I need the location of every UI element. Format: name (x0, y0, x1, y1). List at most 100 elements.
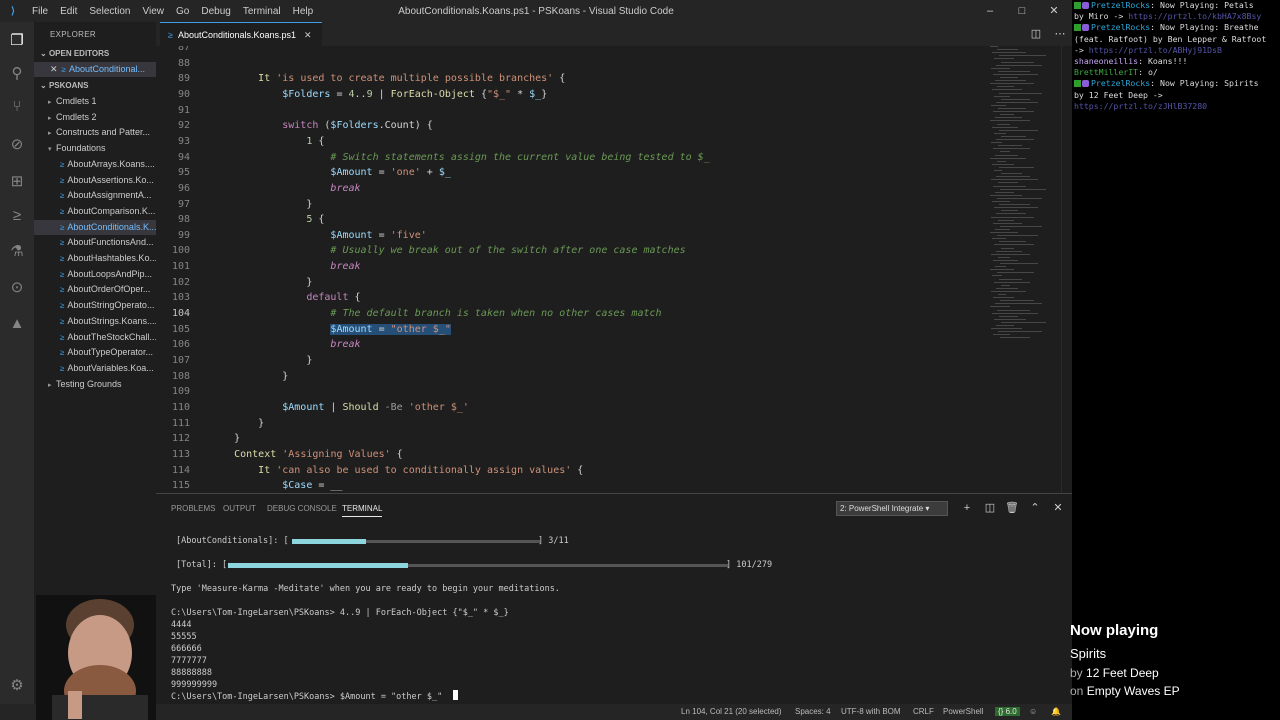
code-line[interactable]: 93 1 { (156, 134, 996, 150)
code-line[interactable]: 101 break (156, 259, 996, 275)
tab-terminal[interactable]: TERMINAL (342, 504, 383, 517)
code-line[interactable]: 108 } (156, 369, 996, 385)
code-line[interactable]: 102 } (156, 275, 996, 291)
tree-item[interactable]: ≥ AboutStringOperato... (34, 298, 156, 313)
tree-item[interactable]: ▸ Cmdlets 1 (34, 94, 156, 109)
code-line[interactable]: 105 $Amount = "other $_" (156, 322, 996, 338)
tree-item[interactable]: ≥ AboutVariables.Koa... (34, 361, 156, 376)
tree-item[interactable]: ▸ Testing Grounds (34, 377, 156, 392)
tree-item[interactable]: ≥ AboutFunctionsAnd... (34, 235, 156, 250)
debug-icon[interactable]: ⊘ (7, 135, 27, 155)
tree-item[interactable]: ≥ AboutTypeOperator... (34, 345, 156, 360)
tree-item[interactable]: ≥ AboutConditionals.K... (34, 219, 156, 235)
code-line[interactable]: 111 } (156, 416, 996, 432)
code-line[interactable]: 89 It 'is used to create multiple possib… (156, 71, 996, 87)
tab-aboutconditionals[interactable]: ≥ AboutConditionals.Koans.ps1 ✕ (160, 22, 322, 46)
tab-close-icon[interactable]: ✕ (304, 30, 312, 40)
tree-item[interactable]: ≥ AboutLoopsAndPip... (34, 267, 156, 282)
code-editor[interactable]: 87 88 89 It 'is used to create multiple po… (156, 46, 1072, 493)
code-line[interactable]: 103 default { (156, 290, 996, 306)
extensions-icon[interactable]: ⊞ (7, 172, 27, 192)
code-line[interactable]: 109 (156, 384, 996, 400)
minimap-line (997, 235, 1038, 237)
code-line[interactable]: 98 5 { (156, 212, 996, 228)
feedback-icon[interactable]: ☺ (1029, 707, 1037, 716)
code-line[interactable]: 96 break (156, 181, 996, 197)
menu-selection[interactable]: Selection (83, 6, 136, 17)
close-panel-icon[interactable]: ✕ (1051, 501, 1065, 515)
powershell-version[interactable]: {} 6.0 (995, 707, 1020, 716)
azure-icon[interactable]: ▲ (7, 314, 27, 334)
code-line[interactable]: 88 (156, 56, 996, 72)
code-line[interactable]: 115 $Case = __ (156, 478, 996, 493)
tree-item[interactable]: ≥ AboutAssertions.Ko... (34, 173, 156, 188)
cursor-position[interactable]: Ln 104, Col 21 (20 selected) (681, 707, 782, 716)
menu-help[interactable]: Help (287, 6, 320, 17)
tree-item[interactable]: ≥ AboutComparison.K... (34, 204, 156, 219)
encoding[interactable]: UTF-8 with BOM (841, 707, 901, 716)
line-ending[interactable]: CRLF (913, 707, 934, 716)
tree-item[interactable]: ≥ AboutArrays.Koans.... (34, 157, 156, 172)
tree-item[interactable]: ▸ Constructs and Patter... (34, 125, 156, 140)
code-line[interactable]: 104 # The default branch is taken when n… (156, 306, 996, 322)
tab-output[interactable]: OUTPUT (223, 504, 256, 513)
tab-debug-console[interactable]: DEBUG CONSOLE (267, 504, 337, 513)
indentation[interactable]: Spaces: 4 (795, 707, 831, 716)
more-actions-icon[interactable]: ⋯ (1052, 27, 1068, 41)
code-line[interactable]: 94 # Switch statements assign the curren… (156, 150, 996, 166)
new-terminal-icon[interactable]: + (960, 501, 974, 515)
close-button[interactable]: ✕ (1038, 0, 1070, 22)
code-line[interactable]: 107 } (156, 353, 996, 369)
minimap-line (993, 222, 1022, 224)
open-editors-header[interactable]: ⌄ OPEN EDITORS (40, 49, 109, 58)
language-mode[interactable]: PowerShell (943, 707, 983, 716)
code-line[interactable]: 92 switch ($Folders.Count) { (156, 118, 996, 134)
split-terminal-icon[interactable]: ◫ (983, 501, 997, 515)
split-editor-icon[interactable]: ◫ (1028, 27, 1044, 41)
menu-go[interactable]: Go (170, 6, 195, 17)
terminal-select[interactable]: 2: PowerShell Integrate ▾ (836, 501, 948, 516)
code-line[interactable]: 106 break (156, 337, 996, 353)
tree-item[interactable]: ≥ AboutStrings.Koans.... (34, 314, 156, 329)
code-line[interactable]: 110 $Amount | Should -Be 'other $_' (156, 400, 996, 416)
settings-gear-icon[interactable]: ⚙ (7, 676, 27, 696)
test-icon[interactable]: ⚗ (7, 242, 27, 262)
tree-item[interactable]: ≥ AboutTheStockChall... (34, 330, 156, 345)
code-line[interactable]: 90 $Folders = 4..9 | ForEach-Object {"$_… (156, 87, 996, 103)
tree-item[interactable]: ≥ AboutOrderOfOper... (34, 282, 156, 297)
minimap[interactable] (988, 46, 1048, 346)
code-line[interactable]: 100 # Usually we break out of the switch… (156, 243, 996, 259)
code-line[interactable]: 87 (156, 46, 996, 56)
folder-header[interactable]: ⌄ PSKOANS (40, 81, 89, 90)
code-line[interactable]: 113 Context 'Assigning Values' { (156, 447, 996, 463)
tree-item[interactable]: ▾ Foundations (34, 141, 156, 156)
explorer-icon[interactable]: ❐ (7, 31, 27, 51)
tree-item[interactable]: ▸ Cmdlets 2 (34, 110, 156, 125)
source-control-icon[interactable]: ⑂ (7, 97, 27, 117)
minimize-button[interactable]: – (974, 0, 1006, 22)
maximize-panel-icon[interactable]: ⌃ (1028, 501, 1042, 515)
code-line[interactable]: 99 $Amount = 'five' (156, 228, 996, 244)
menu-view[interactable]: View (137, 6, 171, 17)
code-line[interactable]: 112 } (156, 431, 996, 447)
code-line[interactable]: 91 (156, 103, 996, 119)
code-line[interactable]: 97 } (156, 197, 996, 213)
tab-problems[interactable]: PROBLEMS (171, 504, 215, 513)
open-editor-item[interactable]: ✕ ≥ AboutConditional... (34, 62, 156, 77)
tree-item[interactable]: ≥ AboutHashtables.Ko... (34, 251, 156, 266)
code-line[interactable]: 114 It 'can also be used to conditionall… (156, 463, 996, 479)
terminal-view-icon[interactable]: ≥ (7, 206, 27, 226)
editor-scrollbar[interactable] (1061, 46, 1072, 493)
menu-file[interactable]: File (26, 6, 54, 17)
remote-icon[interactable]: ⊙ (7, 278, 27, 298)
menu-edit[interactable]: Edit (54, 6, 83, 17)
maximize-button[interactable]: □ (1006, 0, 1038, 22)
search-icon[interactable]: ⚲ (7, 64, 27, 84)
trash-icon[interactable]: 🗑 (1005, 501, 1019, 515)
notifications-bell-icon[interactable]: 🔔 (1051, 707, 1061, 716)
close-icon[interactable]: ✕ (50, 64, 58, 74)
menu-debug[interactable]: Debug (195, 6, 236, 17)
menu-terminal[interactable]: Terminal (237, 6, 287, 17)
code-line[interactable]: 95 $Amount = 'one' + $_ (156, 165, 996, 181)
tree-item[interactable]: ≥ AboutAssignmentA... (34, 188, 156, 203)
